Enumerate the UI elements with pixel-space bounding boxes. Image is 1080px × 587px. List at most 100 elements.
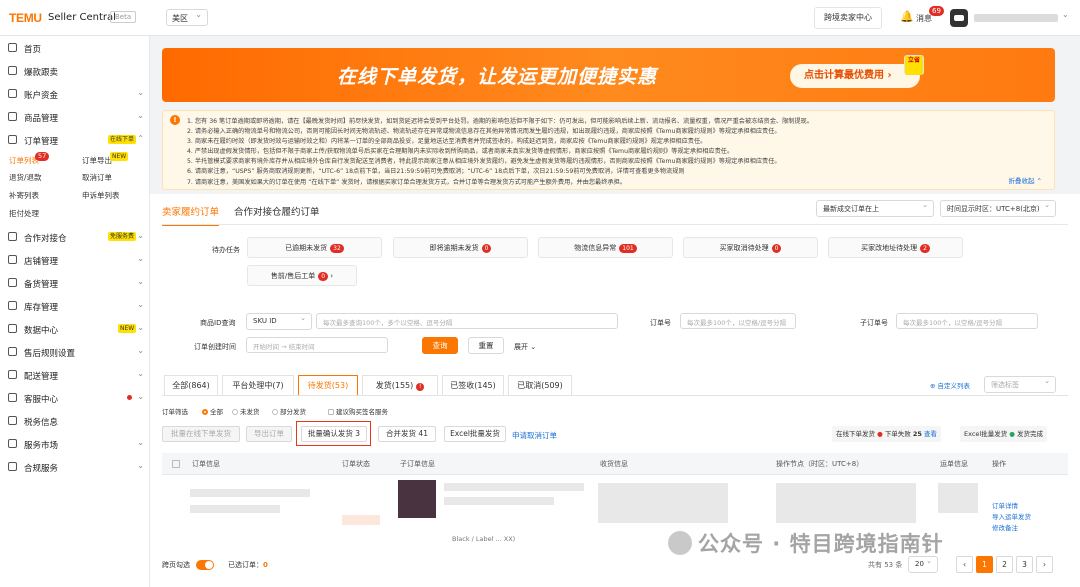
sidebar-sub-appeal[interactable]: 申诉单列表: [82, 190, 120, 201]
cross-border-center-button[interactable]: 跨境卖家中心: [814, 7, 882, 29]
date-range-input[interactable]: 开始时间 → 结束时间: [246, 337, 388, 353]
sidebar-sub-chargeback[interactable]: 拒付处理: [9, 208, 39, 219]
online-ship-status-chip[interactable]: 在线下单发货 ● 下单失败 25 查看: [832, 426, 942, 442]
task-buyer-cancel[interactable]: 买家取消待处理 0: [683, 237, 818, 258]
stock-icon: [8, 278, 17, 287]
sidebar-item-home[interactable]: 首页: [8, 42, 144, 56]
sidebar-item-shop[interactable]: 店铺管理 ⌄: [8, 254, 144, 268]
merge-ship-label: 合并发货: [386, 429, 417, 438]
product-id-input[interactable]: 每次最多查询100个，多个以空格、逗号分隔: [316, 313, 618, 329]
task-count: 101: [619, 244, 637, 253]
checkbox-recommend-signature[interactable]: 建议购买签名服务: [328, 406, 388, 416]
cross-page-toggle[interactable]: [196, 560, 214, 570]
sidebar-item-stock[interactable]: 备货管理 ⌄: [8, 277, 144, 291]
region-select[interactable]: 美区: [166, 9, 208, 26]
page-button[interactable]: 3: [1016, 556, 1033, 573]
sidebar: 首页 爆款跟卖 账户资金 ⌄ 商品管理 ⌄ 订单管理 在线下单 ⌃ 订单列表 57 订单…: [0, 36, 150, 587]
sidebar-sub-cancel[interactable]: 取消订单: [82, 172, 112, 183]
sku-select[interactable]: SKU ID: [246, 313, 312, 330]
sidebar-item-compliance[interactable]: 合规服务 ⌄: [8, 461, 144, 475]
filter-tag-select[interactable]: 筛选标签: [984, 376, 1056, 393]
radio-unshipped[interactable]: 未发货: [232, 406, 260, 416]
task-overdue[interactable]: 已逾期未发货 32: [247, 237, 382, 258]
notice-line: 4. 严禁出现虚假发货情形，包括但不限于商家上传/获取物流单号后买家在合理期限内…: [187, 148, 734, 155]
status-tab-processing[interactable]: 平台处理中(7): [222, 375, 294, 395]
apply-cancel-link[interactable]: 申请取消订单: [512, 430, 557, 441]
sidebar-item-service[interactable]: 客服中心 ⌄: [8, 392, 144, 406]
bell-icon[interactable]: 🔔: [900, 10, 914, 23]
sidebar-item-market[interactable]: 服务市场 ⌄: [8, 438, 144, 452]
excel-ship-status-chip[interactable]: Excel批量发货 ● 发货完成: [960, 426, 1048, 442]
task-tickets[interactable]: 售前/售后工单 0 ›: [247, 265, 357, 286]
sidebar-item-funds[interactable]: 账户资金 ⌄: [8, 88, 144, 102]
sidebar-item-orders[interactable]: 订单管理 在线下单 ⌃: [8, 134, 144, 148]
chevron-down-icon: ⌄: [137, 323, 144, 332]
sidebar-item-hot[interactable]: 爆款跟卖: [8, 65, 144, 79]
page-button[interactable]: 2: [996, 556, 1013, 573]
edit-remark-link[interactable]: 修改备注: [992, 522, 1018, 532]
batch-online-ship-button[interactable]: 批量在线下单发货: [162, 426, 240, 442]
sort-select[interactable]: 最新成交订单在上: [816, 200, 934, 217]
search-button[interactable]: 查询: [422, 337, 458, 354]
promo-banner[interactable]: 在线下单发货，让发运更加便捷实惠 点击计算最优费用 › 立省: [162, 48, 1055, 102]
export-orders-button[interactable]: 导出订单: [246, 426, 292, 442]
page-size-select[interactable]: 20: [908, 556, 938, 573]
excel-batch-ship-button[interactable]: Excel批量发货: [444, 426, 506, 442]
redacted-waybill: [938, 483, 978, 513]
table-footer: 跨页勾选 已选订单：0 共有 53 条 20 ‹ 1 2 3 ›: [162, 556, 1068, 576]
timezone-select[interactable]: 时间显示时区：UTC+8(北京): [940, 200, 1056, 217]
prev-page-button[interactable]: ‹: [956, 556, 973, 573]
radio-partial[interactable]: 部分发货: [272, 406, 306, 416]
sidebar-sub-reship[interactable]: 补寄列表: [9, 190, 39, 201]
task-address-change[interactable]: 买家改地址待处理 2: [828, 237, 963, 258]
sidebar-sub-order-export[interactable]: 订单导出: [82, 155, 112, 166]
task-near-overdue[interactable]: 即将逾期未发货 0: [393, 237, 528, 258]
sidebar-item-products[interactable]: 商品管理 ⌄: [8, 111, 144, 125]
sidebar-item-after-sale[interactable]: 售后规则设置 ⌄: [8, 346, 144, 360]
sidebar-item-delivery[interactable]: 配送管理 ⌄: [8, 369, 144, 383]
notice-line: 1. 您有 36 笔订单逾期或即将逾期，请在【最晚发货时间】前尽快发货，如到货延…: [187, 118, 814, 125]
sub-order-input[interactable]: 每次最多100个，以空格/逗号分隔: [896, 313, 1038, 329]
redacted-address: [598, 483, 728, 523]
expand-link[interactable]: 展开 ⌄: [514, 342, 536, 352]
sidebar-item-tax[interactable]: 税务信息: [8, 415, 144, 429]
status-tab-signed[interactable]: 已签收(145): [442, 375, 504, 395]
status-tab-cancelled[interactable]: 已取消(509): [508, 375, 572, 395]
sidebar-item-warehouse[interactable]: 合作对接仓 免服务费 ⌄: [8, 231, 144, 245]
account-name-redacted[interactable]: [974, 14, 1058, 22]
status-tab-shipped[interactable]: 发货(155)!: [362, 375, 438, 395]
banner-calc-button[interactable]: 点击计算最优费用 › 立省: [790, 55, 924, 88]
reset-button[interactable]: 重置: [468, 337, 504, 354]
merge-ship-button[interactable]: 合并发货 41: [378, 426, 436, 442]
select-all-checkbox[interactable]: [172, 460, 180, 468]
status-tab-all[interactable]: 全部(864): [164, 375, 218, 395]
import-waybill-link[interactable]: 导入运单发货: [992, 511, 1031, 521]
task-logistics-abnormal[interactable]: 物流信息异常 101: [538, 237, 673, 258]
sidebar-item-data[interactable]: 数据中心 NEW ⌄: [8, 323, 144, 337]
view-link[interactable]: 查看: [924, 430, 937, 438]
sidebar-sub-refund[interactable]: 退货/退款: [9, 172, 42, 183]
temu-logo[interactable]: TEMU: [9, 11, 42, 25]
status-tab-label: 发货(155): [375, 381, 414, 390]
custom-columns-link[interactable]: ⊕ 自定义列表: [930, 380, 970, 390]
order-no-input[interactable]: 每次最多100个，以空格/逗号分隔: [680, 313, 796, 329]
sidebar-item-label: 库存管理: [24, 303, 59, 313]
next-page-button[interactable]: ›: [1036, 556, 1053, 573]
fold-link[interactable]: 折叠收起 ⌃: [1008, 175, 1042, 185]
radio-label: 全部: [210, 408, 223, 416]
sidebar-item-inventory[interactable]: 库存管理 ⌄: [8, 300, 144, 314]
page-button[interactable]: 1: [976, 556, 993, 573]
status-tab-to-ship[interactable]: 待发货(53): [298, 375, 358, 395]
red-dot: ●: [877, 430, 883, 438]
order-detail-link[interactable]: 订单详情: [992, 500, 1018, 510]
watermark-text: 公众号 · 特目跨境指南针: [698, 532, 944, 556]
task-count: 0: [481, 244, 492, 253]
tab-warehouse-orders[interactable]: 合作对接仓履约订单: [234, 207, 320, 218]
avatar[interactable]: [950, 9, 968, 27]
chevron-down-icon: ⌄: [137, 254, 144, 263]
chevron-down-icon[interactable]: ⌄: [1062, 10, 1069, 19]
total-count: 共有 53 条: [868, 561, 903, 569]
product-thumbnail: [398, 480, 436, 518]
radio-all[interactable]: 全部: [202, 406, 223, 416]
chevron-down-icon: ⌄: [137, 277, 144, 286]
